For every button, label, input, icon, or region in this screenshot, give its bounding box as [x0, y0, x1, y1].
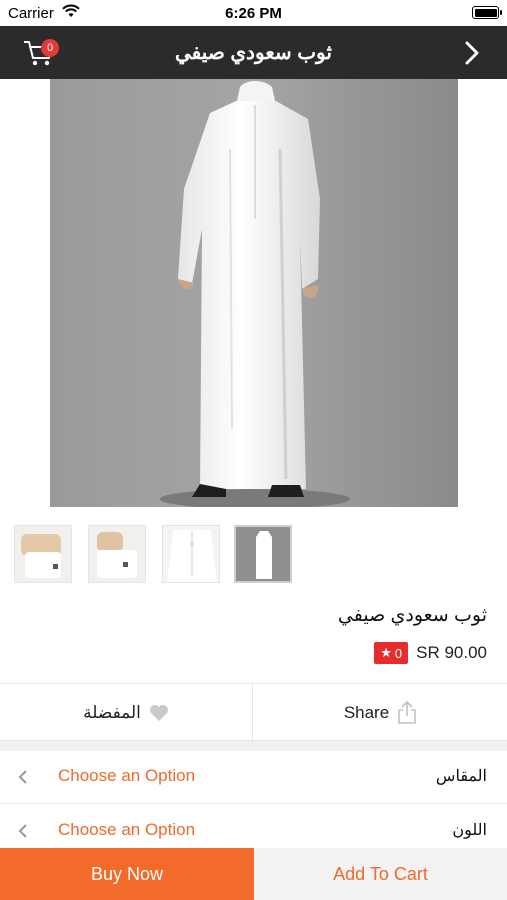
chevron-right-icon[interactable]: [463, 41, 481, 65]
add-to-cart-button[interactable]: Add To Cart: [254, 848, 507, 900]
star-icon: ★: [380, 645, 392, 660]
option-row-size[interactable]: Choose an Option المقاس: [0, 751, 507, 804]
favorite-button[interactable]: المفضلة: [0, 684, 253, 741]
chevron-left-icon: [18, 770, 27, 784]
product-main-image[interactable]: [50, 79, 458, 507]
thumbnail-4[interactable]: [234, 525, 292, 583]
thumbnail-1[interactable]: [14, 525, 72, 583]
option-label: اللون: [452, 822, 487, 839]
rating-value: 0: [394, 645, 403, 661]
thumbnail-strip: [0, 515, 507, 595]
page-title: ثوب سعودي صيفي: [175, 42, 332, 64]
thumbnail-image: [236, 527, 290, 581]
clock: 6:26 PM: [225, 5, 282, 22]
chevron-left-icon: [18, 824, 27, 838]
option-label: المقاس: [435, 768, 487, 785]
cart-count-badge: 0: [41, 39, 59, 57]
navigation-bar: 0 ثوب سعودي صيفي: [0, 26, 507, 79]
share-button[interactable]: Share: [254, 684, 507, 741]
buy-now-button[interactable]: Buy Now: [0, 848, 254, 900]
heart-icon: [149, 704, 168, 721]
rating-badge: ★ 0: [374, 642, 409, 664]
thumbnail-image: [163, 526, 219, 582]
thumbnail-image: [89, 526, 145, 582]
favorite-label: المفضلة: [83, 702, 141, 722]
option-value: Choose an Option: [58, 820, 196, 839]
thumbnail-image: [15, 526, 71, 582]
share-icon: [398, 700, 416, 724]
status-bar: Carrier 6:26 PM: [0, 0, 507, 26]
share-label: Share: [343, 702, 390, 722]
battery-icon: [472, 6, 502, 19]
bottom-action-bar: Buy Now Add To Cart: [0, 848, 507, 900]
section-separator: [0, 741, 507, 751]
price-row: ★ 0 SR 90.00: [374, 641, 487, 665]
product-actions: المفضلة Share: [0, 683, 507, 741]
product-name: ثوب سعودي صيفي: [337, 605, 487, 626]
thumbnail-2[interactable]: [88, 525, 146, 583]
option-value: Choose an Option: [58, 766, 196, 785]
product-price: SR 90.00: [416, 643, 487, 662]
thobe-photo: [50, 79, 458, 507]
thumbnail-3[interactable]: [162, 525, 220, 583]
